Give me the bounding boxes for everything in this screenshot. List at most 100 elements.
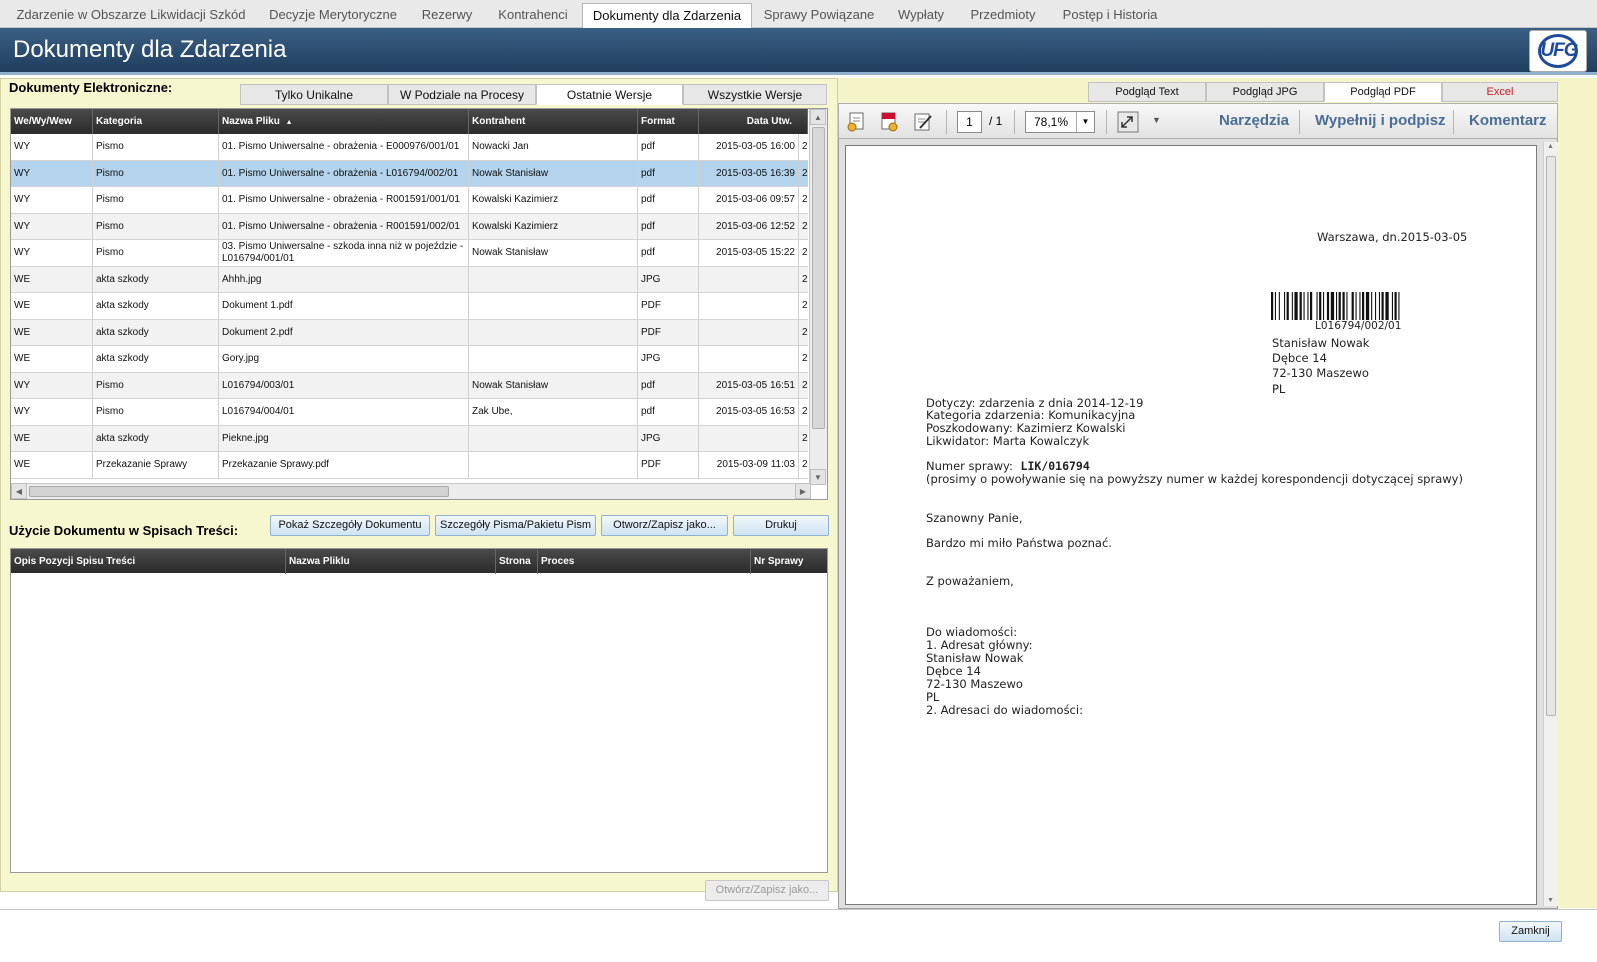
- cell-category: Pismo: [93, 134, 219, 160]
- subtab-w-podziale[interactable]: W Podziale na Procesy: [388, 84, 536, 105]
- grid-hscroll-thumb[interactable]: [29, 486, 449, 497]
- table-row[interactable]: WE akta szkody Piekne.jpg JPG 2: [11, 425, 811, 452]
- table-row[interactable]: WE akta szkody Gory.jpg JPG 2: [11, 346, 811, 373]
- pdf-cc-line: 1. Adresat główny:: [926, 638, 1033, 652]
- edit-sign-icon[interactable]: [911, 111, 935, 133]
- tab-postep-historia[interactable]: Postęp i Historia: [1050, 3, 1170, 28]
- toolbar-separator: [1453, 110, 1454, 134]
- barcode-bar: [1342, 292, 1345, 320]
- close-button[interactable]: Zamknij: [1499, 921, 1562, 942]
- col-nazwa-pliku-label: Nazwa Pliku: [222, 116, 280, 127]
- col-we-wy-wew[interactable]: We/Wy/Wew: [11, 109, 93, 134]
- barcode-bar: [1274, 292, 1276, 320]
- acrobat-icon[interactable]: [877, 111, 901, 133]
- cell-contractor: [469, 452, 638, 478]
- table-row[interactable]: WY Pismo 01. Pismo Uniwersalne - obrażenia…: [11, 213, 811, 240]
- pdf-case-number-label: Numer sprawy:: [926, 459, 1013, 473]
- subtab-wszystkie-wersje[interactable]: Wszystkie Wersje: [683, 84, 827, 105]
- open-save-as-disabled-button[interactable]: Otwórz/Zapisz jako...: [705, 880, 829, 901]
- cell-date: 2015-03-06 12:52: [699, 213, 799, 240]
- tab-decyzje[interactable]: Decyzje Merytoryczne: [258, 3, 408, 28]
- grid-horizontal-scrollbar[interactable]: ◀ ▶: [11, 483, 811, 499]
- preview-tab-text[interactable]: Podgląd Text: [1088, 82, 1206, 102]
- scroll-up-icon[interactable]: ▲: [810, 109, 826, 125]
- pdf-cc-line: Stanisław Nowak: [926, 651, 1024, 665]
- col-format[interactable]: Format: [638, 109, 699, 134]
- toolbar-menu-chevron-icon[interactable]: ▼: [1152, 115, 1161, 125]
- open-save-as-button[interactable]: Otworz/Zapisz jako...: [601, 515, 728, 536]
- cell-direction: WY: [11, 187, 93, 213]
- table-row[interactable]: WY Pismo L016794/004/01 Zak Ube, pdf 2015-03-…: [11, 399, 811, 426]
- table-row[interactable]: WY Pismo 01. Pismo Uniwersalne - obrażenia…: [11, 134, 811, 161]
- scroll-left-icon[interactable]: ◀: [11, 483, 27, 499]
- zoom-select[interactable]: 78,1% ▼: [1025, 111, 1095, 133]
- cell-format: PDF: [638, 293, 699, 319]
- col-data-utw[interactable]: Data Utw.: [699, 109, 808, 134]
- pdf-scroll-down-icon[interactable]: ▼: [1547, 897, 1554, 904]
- tab-przedmioty[interactable]: Przedmioty: [958, 3, 1048, 28]
- table-row[interactable]: WE akta szkody Ahhh.jpg JPG 2: [11, 266, 811, 293]
- cell-contractor: Kowalski Kazimierz: [469, 213, 638, 240]
- tools-button[interactable]: Narzędzia: [1219, 112, 1289, 129]
- table-row[interactable]: WY Pismo 01. Pismo Uniwersalne - obrażenia…: [11, 187, 811, 214]
- cell-contractor: Zak Ube,: [469, 399, 638, 425]
- barcode-bar: [1330, 292, 1335, 320]
- col-strona[interactable]: Strona: [496, 549, 538, 574]
- col-nazwa-pliklu[interactable]: Nazwa Pliklu: [286, 549, 496, 574]
- create-pdf-icon[interactable]: [845, 111, 869, 133]
- show-document-details-button[interactable]: Pokaż Szczegóły Dokumentu: [270, 515, 430, 536]
- pdf-scroll-up-icon[interactable]: ▲: [1547, 143, 1554, 150]
- table-row[interactable]: WE akta szkody Dokument 1.pdf PDF 2: [11, 293, 811, 320]
- preview-tab-jpg[interactable]: Podgląd JPG: [1206, 82, 1324, 102]
- col-nazwa-pliku[interactable]: Nazwa Pliku ▲: [219, 109, 469, 134]
- print-button[interactable]: Drukuj: [733, 515, 829, 536]
- cell-file-name: Dokument 1.pdf: [219, 293, 469, 319]
- fullscreen-icon[interactable]: [1116, 111, 1140, 133]
- subtab-ostatnie-wersje[interactable]: Ostatnie Wersje: [536, 84, 683, 105]
- cell-file-name: L016794/004/01: [219, 399, 469, 425]
- cell-contractor: Nowak Stanisław: [469, 240, 638, 266]
- col-opis-pozycji[interactable]: Opis Pozycji Spisu Treści: [11, 549, 286, 574]
- cell-file-name: 01. Pismo Uniwersalne - obrażenia - R001…: [219, 213, 469, 240]
- chevron-down-icon[interactable]: ▼: [1076, 112, 1094, 132]
- fill-and-sign-button[interactable]: Wypełnij i podpisz: [1315, 112, 1446, 129]
- tab-sprawy-powiazane[interactable]: Sprawy Powiązane: [754, 3, 884, 28]
- table-row[interactable]: WE Przekazanie Sprawy Przekazanie Sprawy.p…: [11, 452, 811, 479]
- letter-package-details-button[interactable]: Szczegóły Pisma/Pakietu Pism: [435, 515, 596, 536]
- table-row[interactable]: WY Pismo 01. Pismo Uniwersalne - obrażenia…: [11, 160, 811, 187]
- col-nr-sprawy[interactable]: Nr Sprawy: [751, 549, 827, 574]
- barcode-bar: [1371, 292, 1373, 320]
- grid-vertical-scrollbar[interactable]: ▲ ▼: [809, 109, 827, 485]
- preview-tab-pdf[interactable]: Podgląd PDF: [1324, 82, 1442, 102]
- pdf-scroll-thumb[interactable]: [1546, 156, 1556, 716]
- tab-zdarzenie[interactable]: Zdarzenie w Obszarze Likwidacji Szkód: [8, 3, 254, 28]
- col-kategoria[interactable]: Kategoria: [93, 109, 219, 134]
- pdf-addressee-street: Dębce 14: [1272, 351, 1327, 365]
- col-proces[interactable]: Proces: [538, 549, 751, 574]
- barcode-bar: [1351, 292, 1354, 320]
- tab-dokumenty[interactable]: Dokumenty dla Zdarzenia: [582, 3, 752, 29]
- tab-rezerwy[interactable]: Rezerwy: [410, 3, 484, 28]
- scroll-down-icon[interactable]: ▼: [810, 469, 826, 485]
- pdf-body: Bardzo mi miło Państwa poznać.: [926, 536, 1112, 550]
- cell-direction: WY: [11, 134, 93, 160]
- grid-vscroll-thumb[interactable]: [812, 127, 825, 429]
- col-kontrahent[interactable]: Kontrahent: [469, 109, 638, 134]
- subtab-tylko-unikalne[interactable]: Tylko Unikalne: [240, 84, 388, 105]
- page-number-input[interactable]: 1: [957, 111, 982, 133]
- scroll-right-icon[interactable]: ▶: [795, 483, 811, 499]
- preview-tab-excel[interactable]: Excel: [1442, 82, 1558, 102]
- comment-button[interactable]: Komentarz: [1469, 112, 1547, 129]
- tab-kontrahenci[interactable]: Kontrahenci: [486, 3, 580, 28]
- pdf-closing: Z poważaniem,: [926, 574, 1014, 588]
- table-row[interactable]: WY Pismo L016794/003/01 Nowak Stanisław pdf 2…: [11, 372, 811, 399]
- documents-grid: We/Wy/Wew Kategoria Nazwa Pliku ▲ Kontra…: [10, 108, 828, 500]
- barcode-bar: [1294, 292, 1298, 320]
- cell-direction: WE: [11, 293, 93, 319]
- table-row[interactable]: WY Pismo 03. Pismo Uniwersalne - szkoda in…: [11, 240, 811, 267]
- cell-format: pdf: [638, 240, 699, 266]
- table-row[interactable]: WE akta szkody Dokument 2.pdf PDF 2: [11, 319, 811, 346]
- pdf-vertical-scrollbar[interactable]: ▲ ▼: [1543, 142, 1558, 906]
- tab-wyplaty[interactable]: Wypłaty: [886, 3, 956, 28]
- barcode-bar: [1385, 292, 1389, 320]
